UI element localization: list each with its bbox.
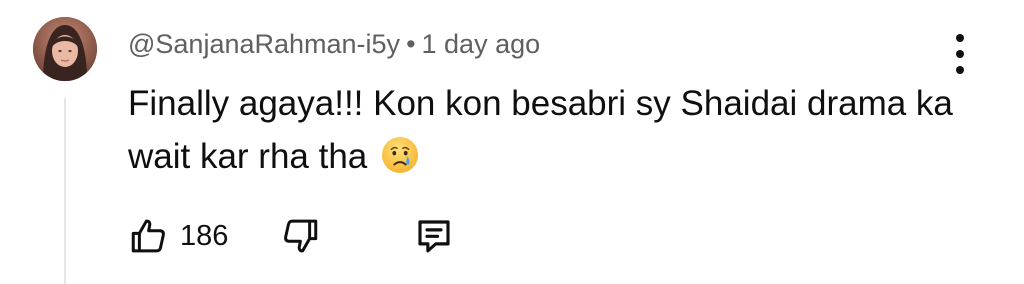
thumb-down-icon <box>284 219 318 253</box>
more-vertical-icon[interactable] <box>947 34 973 74</box>
menu-dot <box>956 34 964 42</box>
comment-body: Finally agaya!!! Kon kon besabri sy Shai… <box>128 77 968 183</box>
thumb-up-icon <box>131 219 165 253</box>
dislike-button[interactable] <box>276 212 324 260</box>
thread-line <box>64 98 66 284</box>
avatar-image <box>33 17 97 81</box>
avatar[interactable] <box>33 17 97 81</box>
like-button[interactable]: 186 <box>128 212 228 260</box>
comment-author[interactable]: @SanjanaRahman-i5y <box>128 29 400 59</box>
comment-meta: @SanjanaRahman-i5y • 1 day ago <box>128 26 540 62</box>
comment-text: Finally agaya!!! Kon kon besabri sy Shai… <box>128 84 953 176</box>
menu-dot <box>956 66 964 74</box>
crying-face-emoji <box>381 136 419 174</box>
reply-comment-icon <box>418 220 450 253</box>
reply-button[interactable] <box>410 212 458 260</box>
menu-dot <box>956 50 964 58</box>
meta-separator: • <box>406 29 416 59</box>
like-count: 186 <box>180 219 229 252</box>
comment-time[interactable]: 1 day ago <box>422 29 541 59</box>
